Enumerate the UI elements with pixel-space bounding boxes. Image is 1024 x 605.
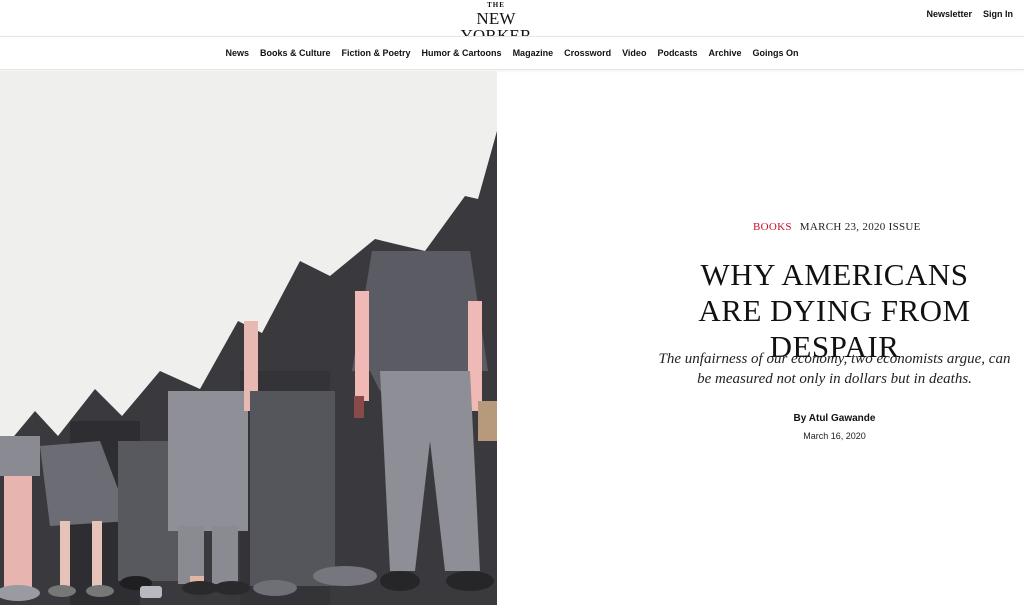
- issue-link[interactable]: MARCH 23, 2020 ISSUE: [800, 221, 921, 233]
- byline-prefix: By: [793, 413, 807, 424]
- nav-item-magazine[interactable]: Magazine: [513, 48, 554, 58]
- article-header: BOOKS MARCH 23, 2020 ISSUE WHY AMERICANS …: [497, 71, 1024, 605]
- logo-the: THE: [487, 1, 505, 9]
- byline: By Atul Gawande: [667, 413, 1002, 424]
- nav-item-books-culture[interactable]: Books & Culture: [260, 48, 331, 58]
- illustration-people-under-graph: [0, 71, 497, 605]
- nav-item-humor-cartoons[interactable]: Humor & Cartoons: [422, 48, 502, 58]
- nav-item-goings-on[interactable]: Goings On: [753, 48, 799, 58]
- nav-item-news[interactable]: News: [226, 48, 250, 58]
- main-nav: News Books & Culture Fiction & Poetry Hu…: [0, 36, 1024, 70]
- nav-item-fiction-poetry[interactable]: Fiction & Poetry: [342, 48, 411, 58]
- header-actions: Newsletter Sign In: [926, 9, 1013, 19]
- nav-item-podcasts[interactable]: Podcasts: [657, 48, 697, 58]
- nav-item-crossword[interactable]: Crossword: [564, 48, 611, 58]
- rubric-link[interactable]: BOOKS: [753, 221, 792, 233]
- sign-in-link[interactable]: Sign In: [983, 9, 1013, 19]
- nav-item-archive[interactable]: Archive: [708, 48, 741, 58]
- author-link[interactable]: Atul Gawande: [809, 413, 876, 424]
- publish-date: March 16, 2020: [803, 431, 866, 441]
- nav-item-video[interactable]: Video: [622, 48, 646, 58]
- hero-illustration: [0, 71, 497, 605]
- article-kicker: BOOKS MARCH 23, 2020 ISSUE: [753, 221, 921, 233]
- article-dek: The unfairness of our economy, two econo…: [658, 351, 1011, 387]
- site-header: THE NEW YORKER Newsletter Sign In: [0, 0, 1024, 44]
- newsletter-link[interactable]: Newsletter: [926, 9, 972, 19]
